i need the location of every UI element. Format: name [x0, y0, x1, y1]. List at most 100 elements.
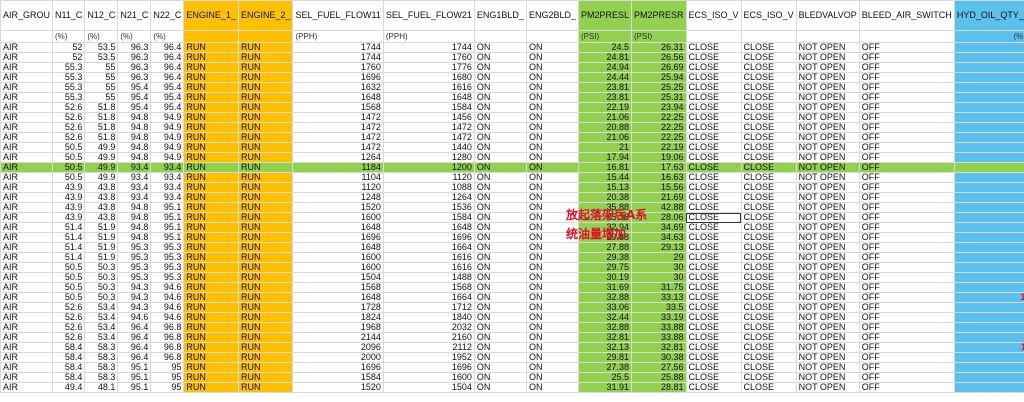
- column-header[interactable]: AIR_GROU: [0, 0, 54, 31]
- table-cell[interactable]: ON: [473, 252, 527, 263]
- table-cell[interactable]: 24.81: [577, 52, 633, 63]
- table-cell[interactable]: 53.5: [84, 52, 119, 63]
- table-cell[interactable]: 21.06: [577, 112, 633, 123]
- table-cell[interactable]: NOT OPEN: [795, 272, 860, 283]
- table-cell[interactable]: 1744: [292, 52, 384, 63]
- unit-cell[interactable]: (% FULL): [953, 30, 1024, 43]
- table-cell[interactable]: 95.1: [150, 232, 185, 243]
- table-cell[interactable]: NOT OPEN: [795, 292, 860, 303]
- table-cell[interactable]: 1120: [382, 172, 475, 183]
- table-cell[interactable]: 55: [84, 62, 119, 73]
- table-cell[interactable]: RUN: [183, 312, 239, 323]
- table-cell[interactable]: RUN: [237, 82, 294, 93]
- table-cell[interactable]: 49.9: [84, 142, 119, 153]
- table-cell[interactable]: NOT OPEN: [795, 242, 860, 253]
- table-cell[interactable]: 1504: [382, 382, 475, 393]
- table-cell[interactable]: 29: [631, 252, 687, 263]
- table-cell[interactable]: ON: [525, 302, 579, 313]
- column-header[interactable]: ENGINE_1_: [183, 0, 239, 31]
- table-cell[interactable]: RUN: [183, 352, 239, 363]
- table-cell[interactable]: CLOSE: [685, 312, 742, 323]
- table-cell[interactable]: 94.3: [117, 302, 152, 313]
- table-cell[interactable]: CLOSE: [740, 182, 797, 193]
- table-cell[interactable]: 22.19: [631, 142, 687, 153]
- table-cell[interactable]: 1760: [382, 52, 475, 63]
- table-cell[interactable]: OFF: [858, 342, 955, 353]
- table-cell[interactable]: 29.81: [577, 352, 633, 363]
- table-cell[interactable]: 93.4: [150, 192, 185, 203]
- table-cell[interactable]: 43.9: [52, 192, 86, 203]
- table-cell[interactable]: 1472: [292, 122, 384, 133]
- table-cell[interactable]: 1712: [382, 302, 475, 313]
- table-cell[interactable]: 95.4: [117, 92, 152, 103]
- table-cell[interactable]: 94.3: [117, 282, 152, 293]
- table-cell[interactable]: OFF: [858, 102, 955, 113]
- column-header[interactable]: N11_C: [52, 0, 86, 31]
- table-cell[interactable]: 53.4: [84, 312, 119, 323]
- table-cell[interactable]: 25.25: [631, 82, 687, 93]
- table-cell[interactable]: 94.6: [150, 292, 185, 303]
- table-cell[interactable]: 1840: [382, 312, 475, 323]
- column-header[interactable]: N22_C: [150, 0, 185, 31]
- table-cell[interactable]: 43.8: [84, 192, 119, 203]
- table-cell[interactable]: 50.3: [84, 282, 119, 293]
- column-header[interactable]: N12_C: [84, 0, 119, 31]
- table-cell[interactable]: 1504: [292, 272, 384, 283]
- table-cell[interactable]: 24.5: [577, 42, 633, 53]
- table-cell[interactable]: [953, 272, 1024, 283]
- unit-cell[interactable]: [473, 30, 527, 43]
- table-cell[interactable]: ON: [525, 152, 579, 163]
- table-cell[interactable]: 1600: [292, 212, 384, 223]
- table-cell[interactable]: AIR: [0, 172, 54, 183]
- table-cell[interactable]: 49.4: [52, 382, 86, 393]
- table-cell[interactable]: 50.5: [52, 142, 86, 153]
- table-cell[interactable]: NOT OPEN: [795, 152, 860, 163]
- table-cell[interactable]: 95.3: [150, 242, 185, 253]
- table-cell[interactable]: ON: [525, 372, 579, 383]
- table-cell[interactable]: ON: [473, 282, 527, 293]
- table-cell[interactable]: CLOSE: [740, 202, 797, 213]
- table-cell[interactable]: 1440: [382, 142, 475, 153]
- table-cell[interactable]: NOT OPEN: [795, 192, 860, 203]
- table-cell[interactable]: AIR: [0, 112, 54, 123]
- table-cell[interactable]: 93.4: [150, 162, 185, 173]
- table-cell[interactable]: 51.4: [52, 242, 86, 253]
- table-cell[interactable]: RUN: [183, 132, 239, 143]
- table-cell[interactable]: OFF: [858, 202, 955, 213]
- table-cell[interactable]: ON: [525, 82, 579, 93]
- table-cell[interactable]: 1568: [382, 282, 475, 293]
- table-cell[interactable]: AIR: [0, 382, 54, 393]
- table-cell[interactable]: 94.8: [117, 142, 152, 153]
- table-cell[interactable]: ON: [473, 192, 527, 203]
- column-header[interactable]: PM2PRESL: [577, 0, 633, 31]
- table-cell[interactable]: CLOSE: [685, 322, 742, 333]
- table-cell[interactable]: NOT OPEN: [795, 142, 860, 153]
- table-cell[interactable]: 1472: [382, 132, 475, 143]
- table-cell[interactable]: ON: [525, 362, 579, 373]
- table-cell[interactable]: 49.9: [84, 172, 119, 183]
- table-cell[interactable]: 2160: [382, 332, 475, 343]
- table-cell[interactable]: ON: [525, 72, 579, 83]
- table-cell[interactable]: OFF: [858, 302, 955, 313]
- table-cell[interactable]: CLOSE: [740, 42, 797, 53]
- table-cell[interactable]: NOT OPEN: [795, 202, 860, 213]
- table-cell[interactable]: RUN: [183, 192, 239, 203]
- table-cell[interactable]: RUN: [237, 382, 294, 393]
- table-cell[interactable]: CLOSE: [740, 92, 797, 103]
- unit-cell[interactable]: [685, 30, 742, 43]
- table-cell[interactable]: 1520: [292, 202, 384, 213]
- table-cell[interactable]: AIR: [0, 82, 54, 93]
- table-cell[interactable]: ON: [473, 352, 527, 363]
- table-cell[interactable]: CLOSE: [685, 102, 742, 113]
- table-cell[interactable]: CLOSE: [685, 142, 742, 153]
- table-cell[interactable]: RUN: [183, 122, 239, 133]
- table-cell[interactable]: 1696: [382, 232, 475, 243]
- table-cell[interactable]: ON: [473, 362, 527, 373]
- table-cell[interactable]: NOT OPEN: [795, 52, 860, 63]
- table-cell[interactable]: ON: [473, 122, 527, 133]
- table-cell[interactable]: 95: [150, 362, 185, 373]
- table-cell[interactable]: 1456: [382, 112, 475, 123]
- table-cell[interactable]: 24.44: [577, 72, 633, 83]
- table-cell[interactable]: 51.9: [84, 252, 119, 263]
- table-cell[interactable]: 22.25: [631, 122, 687, 133]
